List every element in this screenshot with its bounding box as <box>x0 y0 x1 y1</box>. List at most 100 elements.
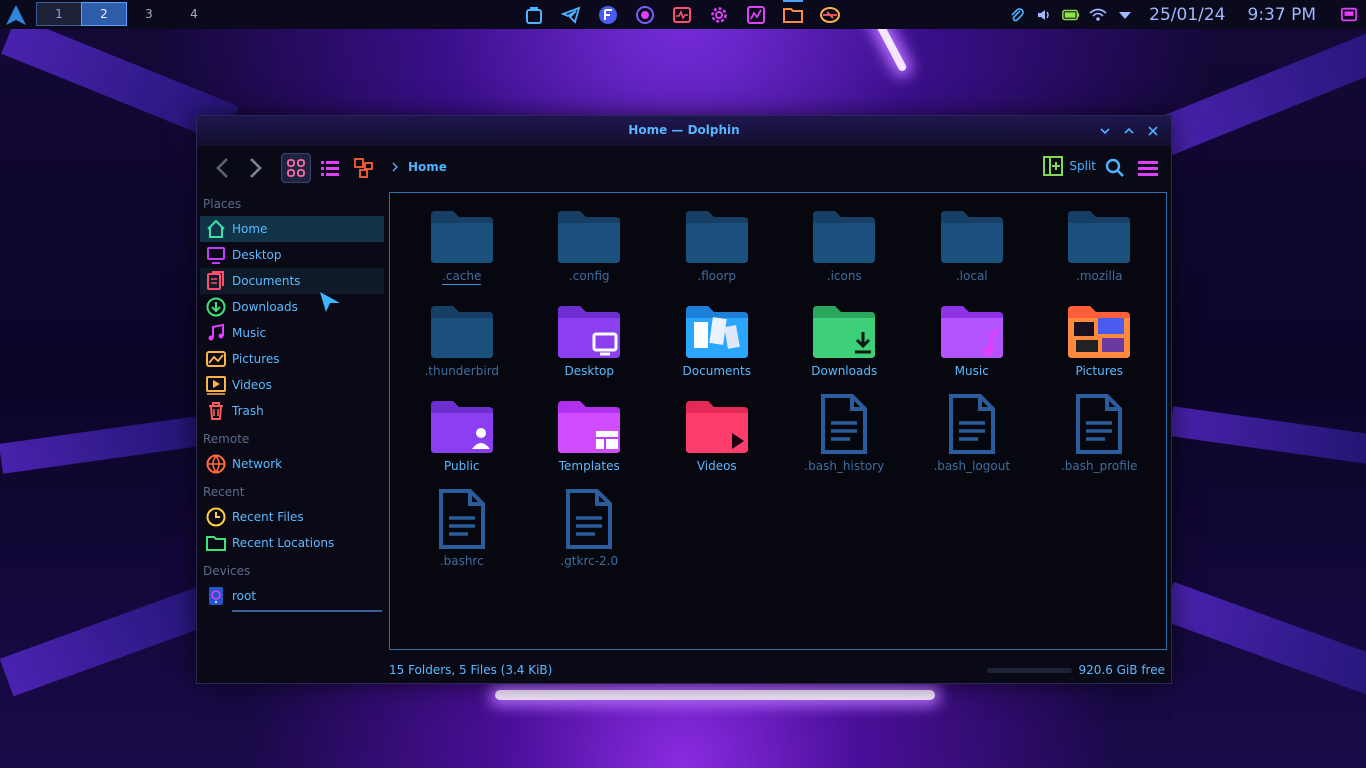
file-item-public[interactable]: Public <box>398 393 526 488</box>
file-item-templates[interactable]: Templates <box>526 393 654 488</box>
search-button[interactable] <box>1101 154 1129 182</box>
wifi-icon[interactable] <box>1089 6 1107 24</box>
file-item-dot-bash-logout[interactable]: .bash_logout <box>908 393 1036 488</box>
free-space[interactable]: 920.6 GiB free <box>987 663 1165 677</box>
workspace-2[interactable]: 2 <box>81 2 127 26</box>
sidebar-item-label: Network <box>232 457 283 471</box>
sidebar-item-trash[interactable]: Trash <box>200 398 384 424</box>
file-item-desktop[interactable]: Desktop <box>526 298 654 393</box>
sidebar-item-music[interactable]: Music <box>200 320 384 346</box>
dolphin-folder-icon[interactable] <box>781 0 805 27</box>
search-icon <box>1105 158 1124 177</box>
file-item-music[interactable]: Music <box>908 298 1036 393</box>
sidebar-item-label: Home <box>232 222 268 236</box>
workspace-1[interactable]: 1 <box>36 2 82 26</box>
wallpaper-beam <box>1160 581 1366 699</box>
dolphin-window: Home — Dolphin Home Split Places Home De… <box>196 115 1172 684</box>
sidebar-item-desktop[interactable]: Desktop <box>200 242 384 268</box>
top-panel: 1 2 3 4 25/01/24 9:37 PM <box>0 0 1366 29</box>
paperclip-icon[interactable] <box>1008 6 1026 24</box>
sidebar-item-downloads[interactable]: Downloads <box>200 294 384 320</box>
workspace-4[interactable]: 4 <box>172 3 216 25</box>
close-icon[interactable] <box>1145 123 1161 139</box>
tray-expand-arrow-icon[interactable] <box>1116 6 1134 24</box>
hidden-folder-icon <box>428 298 496 360</box>
sidebar-item-network[interactable]: Network <box>200 451 384 477</box>
date-label[interactable]: 25/01/24 <box>1149 5 1225 25</box>
file-item-dot-mozilla[interactable]: .mozilla <box>1036 203 1164 298</box>
sidebar-item-home[interactable]: Home <box>200 216 384 242</box>
sidebar-item-root[interactable]: root <box>200 583 384 612</box>
file-item-label: .mozilla <box>1076 269 1123 283</box>
hamburger-menu-button[interactable] <box>1134 154 1162 182</box>
file-item-dot-gtkrc-2-0[interactable]: .gtkrc-2.0 <box>526 488 654 583</box>
minimize-icon[interactable] <box>1097 123 1113 139</box>
chevron-right-icon <box>392 162 398 172</box>
file-item-dot-bashrc[interactable]: .bashrc <box>398 488 526 583</box>
file-item-label: .gtkrc-2.0 <box>560 554 619 568</box>
wallpaper-beam <box>0 583 221 697</box>
sidebar-item-documents[interactable]: Documents <box>200 268 384 294</box>
settings-gear-icon[interactable] <box>707 3 731 27</box>
file-item-label: .config <box>568 269 610 283</box>
time-label[interactable]: 9:37 PM <box>1248 5 1317 25</box>
file-item-dot-bash-profile[interactable]: .bash_profile <box>1036 393 1164 488</box>
file-item-dot-bash-history[interactable]: .bash_history <box>781 393 909 488</box>
details-view-button[interactable] <box>350 154 378 182</box>
mouse-cursor-icon <box>320 292 340 312</box>
pictures-folder-icon <box>1065 298 1133 360</box>
file-view[interactable]: .cache .config .floorp .icons .local .mo… <box>389 192 1167 650</box>
split-button[interactable]: Split <box>1043 156 1096 176</box>
workspace-3[interactable]: 3 <box>127 3 171 25</box>
sidebar-item-videos[interactable]: Videos <box>200 372 384 398</box>
places-panel: Places Home Desktop Documents Downloads … <box>197 192 387 662</box>
sidebar-item-recent-locations[interactable]: Recent Locations <box>200 530 384 556</box>
show-desktop-icon[interactable] <box>1340 6 1358 24</box>
network-icon[interactable] <box>818 3 842 27</box>
sidebar-item-pictures[interactable]: Pictures <box>200 346 384 372</box>
arch-logo-icon[interactable] <box>5 4 27 26</box>
hidden-folder-icon <box>428 203 496 265</box>
volume-icon[interactable] <box>1035 6 1053 24</box>
compact-view-button[interactable] <box>316 154 344 182</box>
sidebar-item-label: Documents <box>232 274 301 288</box>
documents-icon <box>206 271 226 291</box>
file-item-dot-local[interactable]: .local <box>908 203 1036 298</box>
battery-icon[interactable] <box>1062 6 1080 24</box>
recent-section-label: Recent <box>203 485 245 499</box>
desktop-icon <box>206 245 226 265</box>
sidebar-item-recent-files[interactable]: Recent Files <box>200 504 384 530</box>
browser-icon[interactable] <box>633 3 657 27</box>
title-bar[interactable]: Home — Dolphin <box>197 116 1171 146</box>
maximize-icon[interactable] <box>1121 123 1137 139</box>
breadcrumb-home[interactable]: Home <box>408 160 447 174</box>
file-item-videos[interactable]: Videos <box>653 393 781 488</box>
menu-icon <box>1138 161 1158 176</box>
file-item-label: .bash_profile <box>1060 459 1138 473</box>
file-item-label: .local <box>955 269 988 283</box>
file-item-dot-floorp[interactable]: .floorp <box>653 203 781 298</box>
file-item-label: Documents <box>682 364 751 378</box>
app-store-icon[interactable] <box>522 3 546 27</box>
clock-icon <box>206 507 226 527</box>
file-item-dot-icons[interactable]: .icons <box>781 203 909 298</box>
file-item-dot-config[interactable]: .config <box>526 203 654 298</box>
activity-chart-icon[interactable] <box>744 3 768 27</box>
forward-button[interactable] <box>241 154 269 182</box>
file-item-label: .bash_logout <box>933 459 1011 473</box>
file-item-label: Music <box>954 364 989 378</box>
file-item-dot-cache[interactable]: .cache <box>398 203 526 298</box>
file-item-dot-thunderbird[interactable]: .thunderbird <box>398 298 526 393</box>
file-item-downloads[interactable]: Downloads <box>781 298 909 393</box>
system-monitor-icon[interactable] <box>670 3 694 27</box>
back-button[interactable] <box>209 154 237 182</box>
file-item-label: Templates <box>558 459 620 473</box>
text-file-icon <box>555 488 623 550</box>
floorp-icon[interactable] <box>596 3 620 27</box>
icons-view-button[interactable] <box>281 153 311 183</box>
breadcrumb[interactable]: Home <box>390 160 447 174</box>
file-item-pictures[interactable]: Pictures <box>1036 298 1164 393</box>
devices-section-label: Devices <box>203 564 251 578</box>
file-item-documents[interactable]: Documents <box>653 298 781 393</box>
telegram-icon[interactable] <box>559 3 583 27</box>
